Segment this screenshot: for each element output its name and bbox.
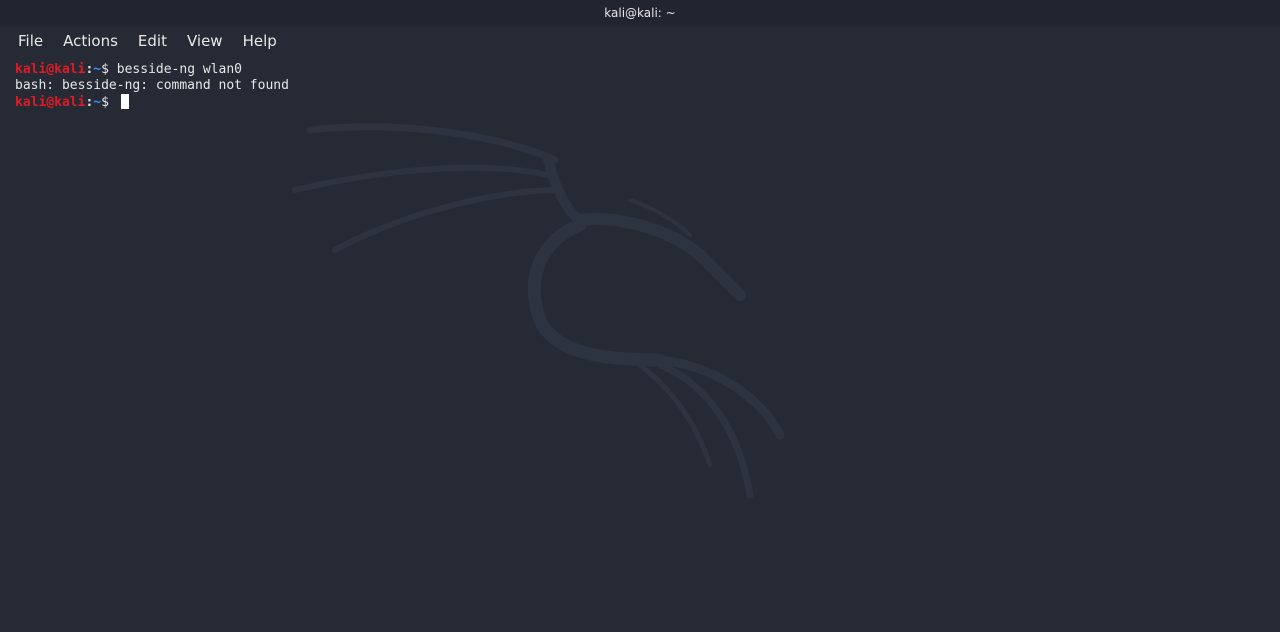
- menu-help[interactable]: Help: [233, 28, 287, 54]
- prompt-path: ~: [93, 62, 102, 77]
- menu-edit[interactable]: Edit: [128, 28, 177, 54]
- window-title: kali@kali: ~: [604, 6, 676, 20]
- menu-view[interactable]: View: [177, 28, 233, 54]
- prompt-dollar: $: [101, 95, 109, 110]
- menu-file[interactable]: File: [8, 28, 53, 54]
- terminal-line-command: kali@kali:~$ besside-ng wlan0: [15, 62, 1265, 78]
- prompt-user: kali@kali: [15, 95, 86, 110]
- terminal-line-output: bash: besside-ng: command not found: [15, 78, 1265, 94]
- error-output: bash: besside-ng: command not found: [15, 78, 289, 93]
- menu-bar: File Actions Edit View Help: [0, 26, 1280, 56]
- prompt-user: kali@kali: [15, 62, 86, 77]
- text-cursor: [120, 94, 129, 109]
- window-titlebar[interactable]: kali@kali: ~: [0, 0, 1280, 26]
- terminal-line-prompt: kali@kali:~$: [15, 94, 1265, 110]
- prompt-dollar: $: [101, 62, 109, 77]
- command-text: besside-ng wlan0: [108, 62, 242, 77]
- terminal-window: kali@kali: ~ File Actions Edit View Help…: [0, 0, 1280, 632]
- current-command-input[interactable]: [109, 95, 117, 110]
- prompt-path: ~: [93, 95, 102, 110]
- terminal-output[interactable]: kali@kali:~$ besside-ng wlan0 bash: bess…: [15, 62, 1265, 622]
- menu-actions[interactable]: Actions: [53, 28, 128, 54]
